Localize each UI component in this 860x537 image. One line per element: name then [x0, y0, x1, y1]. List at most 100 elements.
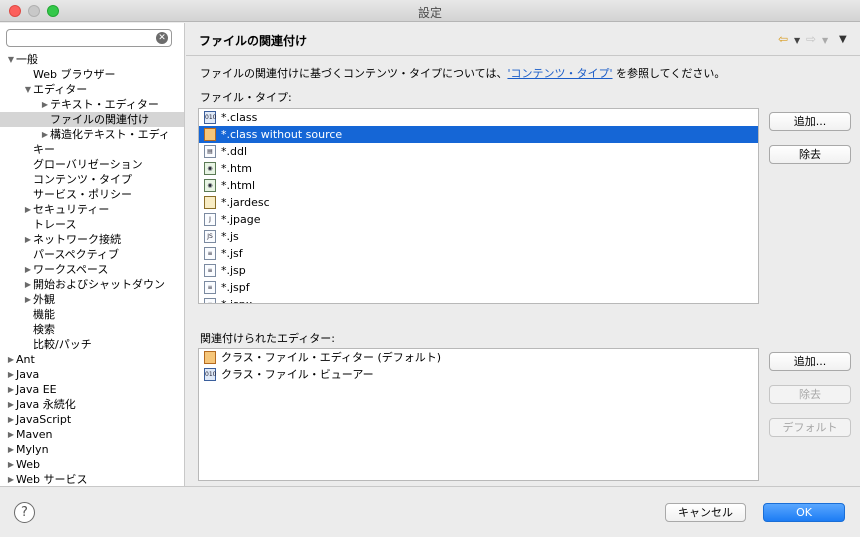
- tree-item-label: Java: [16, 368, 40, 381]
- tree-item[interactable]: ▶ Web: [0, 457, 184, 472]
- file-type-label: *.ddl: [221, 145, 248, 158]
- file-type-row[interactable]: 010 *.class: [199, 109, 758, 126]
- tree-item[interactable]: キー: [0, 142, 184, 157]
- collapsed-arrow-icon[interactable]: ▶: [23, 232, 33, 247]
- tree-item[interactable]: ▶ 開始およびシャットダウン: [0, 277, 184, 292]
- tree-item[interactable]: ▶ セキュリティー: [0, 202, 184, 217]
- file-type-row[interactable]: *.class without source: [199, 126, 758, 143]
- collapsed-arrow-icon[interactable]: ▶: [6, 457, 16, 472]
- ok-button[interactable]: OK: [763, 503, 845, 522]
- collapsed-arrow-icon[interactable]: ▶: [6, 412, 16, 427]
- help-icon[interactable]: ?: [14, 502, 35, 523]
- file-types-label: ファイル・タイプ:: [200, 91, 292, 104]
- cancel-button[interactable]: キャンセル: [665, 503, 746, 522]
- collapsed-arrow-icon[interactable]: ▶: [40, 97, 50, 112]
- add-editor-button[interactable]: 追加...: [769, 352, 851, 371]
- file-type-row[interactable]: ◉ *.htm: [199, 160, 758, 177]
- tree-item[interactable]: ▶ Java: [0, 367, 184, 382]
- content-types-link[interactable]: 'コンテンツ・タイプ': [507, 67, 612, 80]
- filter-field[interactable]: ✕: [6, 29, 172, 47]
- tree-item-label: 検索: [33, 323, 55, 336]
- tree-item[interactable]: ▶ Java 永続化: [0, 397, 184, 412]
- coffee-cup-icon: [204, 128, 216, 141]
- tree-item[interactable]: ▶ JavaScript: [0, 412, 184, 427]
- tree-item-label: Ant: [16, 353, 35, 366]
- binary-class-icon: 010: [204, 111, 216, 124]
- tree-item[interactable]: 機能: [0, 307, 184, 322]
- collapsed-arrow-icon[interactable]: ▶: [40, 127, 50, 142]
- tree-item[interactable]: サービス・ポリシー: [0, 187, 184, 202]
- editor-label: クラス・ファイル・ビューアー: [221, 368, 374, 381]
- tree-item[interactable]: ▶ ワークスペース: [0, 262, 184, 277]
- tree-item-label: JavaScript: [16, 413, 72, 426]
- coffee-cup-icon: [204, 351, 216, 364]
- collapsed-arrow-icon[interactable]: ▶: [6, 427, 16, 442]
- file-type-row[interactable]: ≡ *.jsp: [199, 262, 758, 279]
- add-file-type-button[interactable]: 追加...: [769, 112, 851, 131]
- remove-file-type-button[interactable]: 除去: [769, 145, 851, 164]
- tree-item[interactable]: ▶ Maven: [0, 427, 184, 442]
- tree-item[interactable]: トレース: [0, 217, 184, 232]
- page-title: ファイルの関連付け: [199, 34, 308, 48]
- tree-item[interactable]: ▼ エディター: [0, 82, 184, 97]
- file-types-list[interactable]: 010 *.class *.class without source ▤ *.ddl ◉ *…: [198, 108, 759, 304]
- file-type-row[interactable]: J *.jpage: [199, 211, 758, 228]
- view-menu-icon[interactable]: ▼: [839, 34, 847, 45]
- expanded-arrow-icon[interactable]: ▼: [6, 52, 16, 67]
- editor-row[interactable]: 010 クラス・ファイル・ビューアー: [199, 366, 758, 383]
- tree-item-label: コンテンツ・タイプ: [33, 173, 132, 186]
- editor-label: クラス・ファイル・エディター (デフォルト): [221, 351, 442, 364]
- expanded-arrow-icon[interactable]: ▼: [23, 82, 33, 97]
- collapsed-arrow-icon[interactable]: ▶: [6, 367, 16, 382]
- tree-item-label: Web サービス: [16, 473, 88, 486]
- tree-item[interactable]: ▶ Ant: [0, 352, 184, 367]
- tree-item[interactable]: ▼ 一般: [0, 52, 184, 67]
- tree-item[interactable]: ファイルの関連付け: [0, 112, 184, 127]
- tree-item[interactable]: ▶ Mylyn: [0, 442, 184, 457]
- collapsed-arrow-icon[interactable]: ▶: [6, 352, 16, 367]
- collapsed-arrow-icon[interactable]: ▶: [23, 277, 33, 292]
- tree-item-label: 一般: [16, 53, 38, 66]
- tree-item[interactable]: ▶ 外観: [0, 292, 184, 307]
- text-file-icon: ≡: [204, 264, 216, 277]
- tree-item[interactable]: Web ブラウザー: [0, 67, 184, 82]
- remove-editor-button[interactable]: 除去: [769, 385, 851, 404]
- file-type-row[interactable]: ≡ *.jspx: [199, 296, 758, 303]
- collapsed-arrow-icon[interactable]: ▶: [6, 442, 16, 457]
- tree-item[interactable]: ▶ ネットワーク接続: [0, 232, 184, 247]
- file-type-row[interactable]: ▤ *.ddl: [199, 143, 758, 160]
- collapsed-arrow-icon[interactable]: ▶: [23, 262, 33, 277]
- file-type-row[interactable]: *.jardesc: [199, 194, 758, 211]
- file-type-row[interactable]: JS *.js: [199, 228, 758, 245]
- file-type-row[interactable]: ≡ *.jsf: [199, 245, 758, 262]
- tree-item[interactable]: 検索: [0, 322, 184, 337]
- tree-item[interactable]: ▶ Web サービス: [0, 472, 184, 486]
- collapsed-arrow-icon[interactable]: ▶: [6, 397, 16, 412]
- editor-row[interactable]: クラス・ファイル・エディター (デフォルト): [199, 349, 758, 366]
- tree-item[interactable]: グローバリゼーション: [0, 157, 184, 172]
- collapsed-arrow-icon[interactable]: ▶: [6, 472, 16, 486]
- associated-editors-label: 関連付けられたエディター:: [200, 332, 335, 345]
- collapsed-arrow-icon[interactable]: ▶: [23, 292, 33, 307]
- tree-item[interactable]: 比較/パッチ: [0, 337, 184, 352]
- tree-item-label: グローバリゼーション: [33, 158, 143, 171]
- tree-item[interactable]: ▶ 構造化テキスト・エディ: [0, 127, 184, 142]
- tree-item[interactable]: ▶ テキスト・エディター: [0, 97, 184, 112]
- tree-item[interactable]: コンテンツ・タイプ: [0, 172, 184, 187]
- collapsed-arrow-icon[interactable]: ▶: [23, 202, 33, 217]
- back-arrow-icon[interactable]: ⇦: [778, 32, 788, 46]
- clear-icon[interactable]: ✕: [156, 32, 168, 44]
- tree-item-label: ネットワーク接続: [33, 233, 121, 246]
- collapsed-arrow-icon[interactable]: ▶: [6, 382, 16, 397]
- back-dropdown-icon[interactable]: ▼: [794, 36, 800, 45]
- tree-item[interactable]: パースペクティブ: [0, 247, 184, 262]
- filter-input[interactable]: [11, 31, 151, 45]
- tree-item-label: 外観: [33, 293, 55, 306]
- file-type-row[interactable]: ◉ *.html: [199, 177, 758, 194]
- file-type-row[interactable]: ≡ *.jspf: [199, 279, 758, 296]
- window-title: 設定: [417, 6, 442, 20]
- file-type-label: *.html: [221, 179, 256, 192]
- associated-editors-list[interactable]: クラス・ファイル・エディター (デフォルト) 010 クラス・ファイル・ビューアー: [198, 348, 759, 481]
- default-editor-button[interactable]: デフォルト: [769, 418, 851, 437]
- tree-item[interactable]: ▶ Java EE: [0, 382, 184, 397]
